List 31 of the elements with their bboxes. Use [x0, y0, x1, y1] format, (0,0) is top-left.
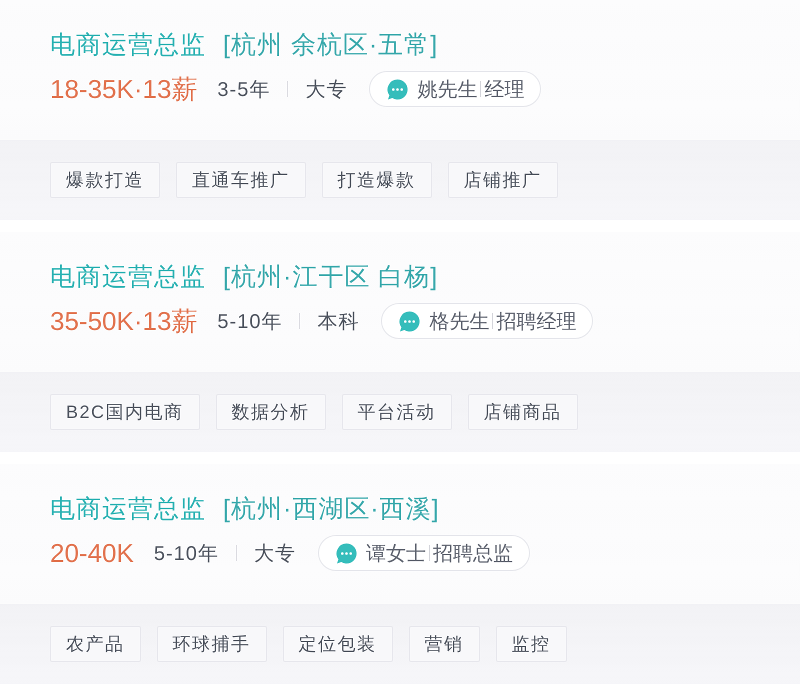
skill-tag: 环球捕手: [156, 626, 266, 662]
education-text: 本科: [317, 310, 360, 334]
education-text: 大专: [254, 542, 296, 566]
skill-tag: 监控: [496, 626, 566, 662]
skill-tag: 数据分析: [216, 394, 326, 430]
skill-tag: B2C国内电商: [50, 394, 200, 430]
skill-tag: 农产品: [50, 626, 140, 662]
chat-bubble-icon: [387, 78, 408, 100]
skill-tag: 营销: [408, 626, 480, 662]
chat-bubble-icon: [336, 542, 357, 564]
location-text: [杭州·西湖区·西溪]: [223, 494, 440, 525]
recruiter-chat-button[interactable]: 格先生 招聘经理: [381, 303, 594, 339]
salary-text: 18-35K·13薪: [50, 72, 198, 106]
experience-text: 3-5年: [217, 78, 270, 102]
location-text: [杭州 余杭区·五常]: [223, 30, 438, 61]
recruiter-chat-button[interactable]: 姚先生 经理: [369, 71, 542, 107]
skill-tag: 定位包装: [282, 626, 392, 662]
recruiter-chat-button[interactable]: 谭女士 招聘总监: [318, 535, 530, 571]
experience-text: 5-10年: [154, 542, 219, 566]
skill-tag: 直通车推广: [176, 162, 306, 198]
skill-tag: 店铺推广: [448, 162, 558, 198]
skill-tag: 打造爆款: [322, 162, 432, 198]
skill-tag: 爆款打造: [50, 162, 160, 198]
education-text: 大专: [305, 78, 348, 102]
salary-text: 35-50K·13薪: [50, 304, 198, 338]
location-text: [杭州·江干区 白杨]: [223, 262, 438, 293]
skill-tag: 平台活动: [342, 394, 452, 430]
skill-tag: 店铺商品: [468, 394, 578, 430]
chat-bubble-icon: [399, 310, 420, 332]
experience-text: 5-10年: [217, 310, 282, 334]
salary-text: 20-40K: [50, 538, 134, 568]
